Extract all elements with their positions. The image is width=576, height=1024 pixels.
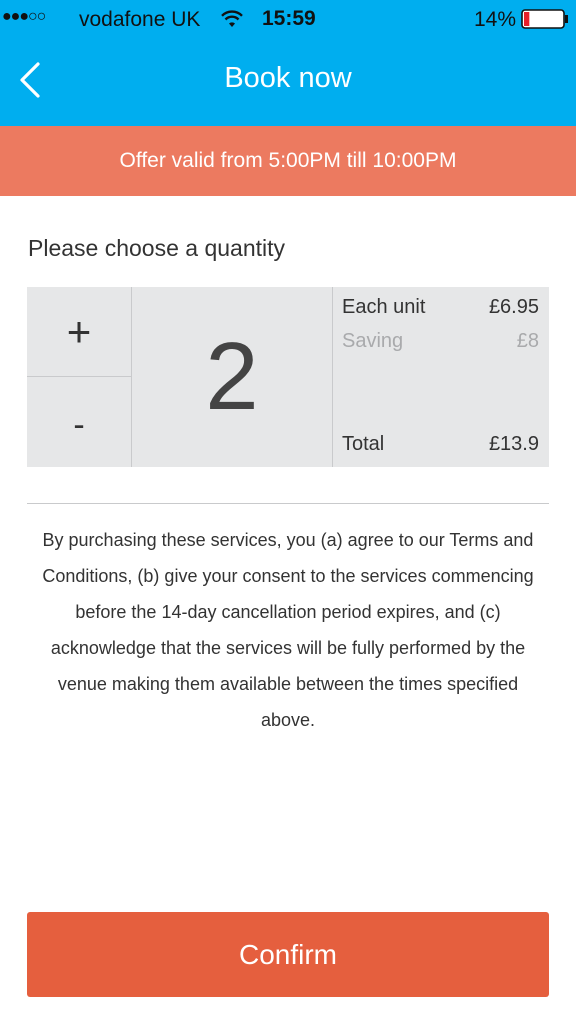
total-row: Total £13.9 — [342, 433, 539, 456]
each-unit-row: Each unit £6.95 — [342, 296, 539, 319]
quantity-value: 2 — [205, 323, 259, 430]
decrement-button[interactable]: - — [27, 377, 131, 467]
divider — [332, 287, 333, 467]
header: ●●●○○ vodafone UK 15:59 14% Book now — [0, 0, 576, 126]
each-unit-label: Each unit — [342, 296, 426, 318]
saving-label: Saving — [342, 330, 404, 352]
total-label: Total — [342, 433, 385, 455]
confirm-button[interactable]: Confirm — [27, 912, 549, 997]
total-amount: £13.9 — [488, 433, 539, 455]
saving-amount: £8 — [516, 330, 539, 352]
battery-low-icon — [521, 9, 568, 29]
increment-button[interactable]: + — [27, 287, 131, 377]
divider — [27, 503, 549, 504]
offer-banner: Offer valid from 5:00PM till 10:00PM — [0, 126, 576, 196]
signal-strength: ●●●○○ — [2, 8, 46, 25]
battery-percentage: 14% — [474, 8, 517, 31]
clock: 15:59 — [262, 7, 316, 30]
page-title: Book now — [224, 62, 352, 94]
wifi-icon — [221, 10, 243, 27]
carrier-name: vodafone UK — [79, 8, 201, 31]
quantity-heading: Please choose a quantity — [28, 235, 286, 261]
quantity-stepper: + - 2 Each unit £6.95 Saving £8 Total £1… — [27, 287, 549, 467]
status-bar: ●●●○○ vodafone UK 15:59 14% — [0, 0, 576, 38]
terms-text: By purchasing these services, you (a) ag… — [42, 530, 534, 730]
each-unit-price: £6.95 — [488, 296, 539, 318]
saving-row: Saving £8 — [342, 330, 539, 353]
